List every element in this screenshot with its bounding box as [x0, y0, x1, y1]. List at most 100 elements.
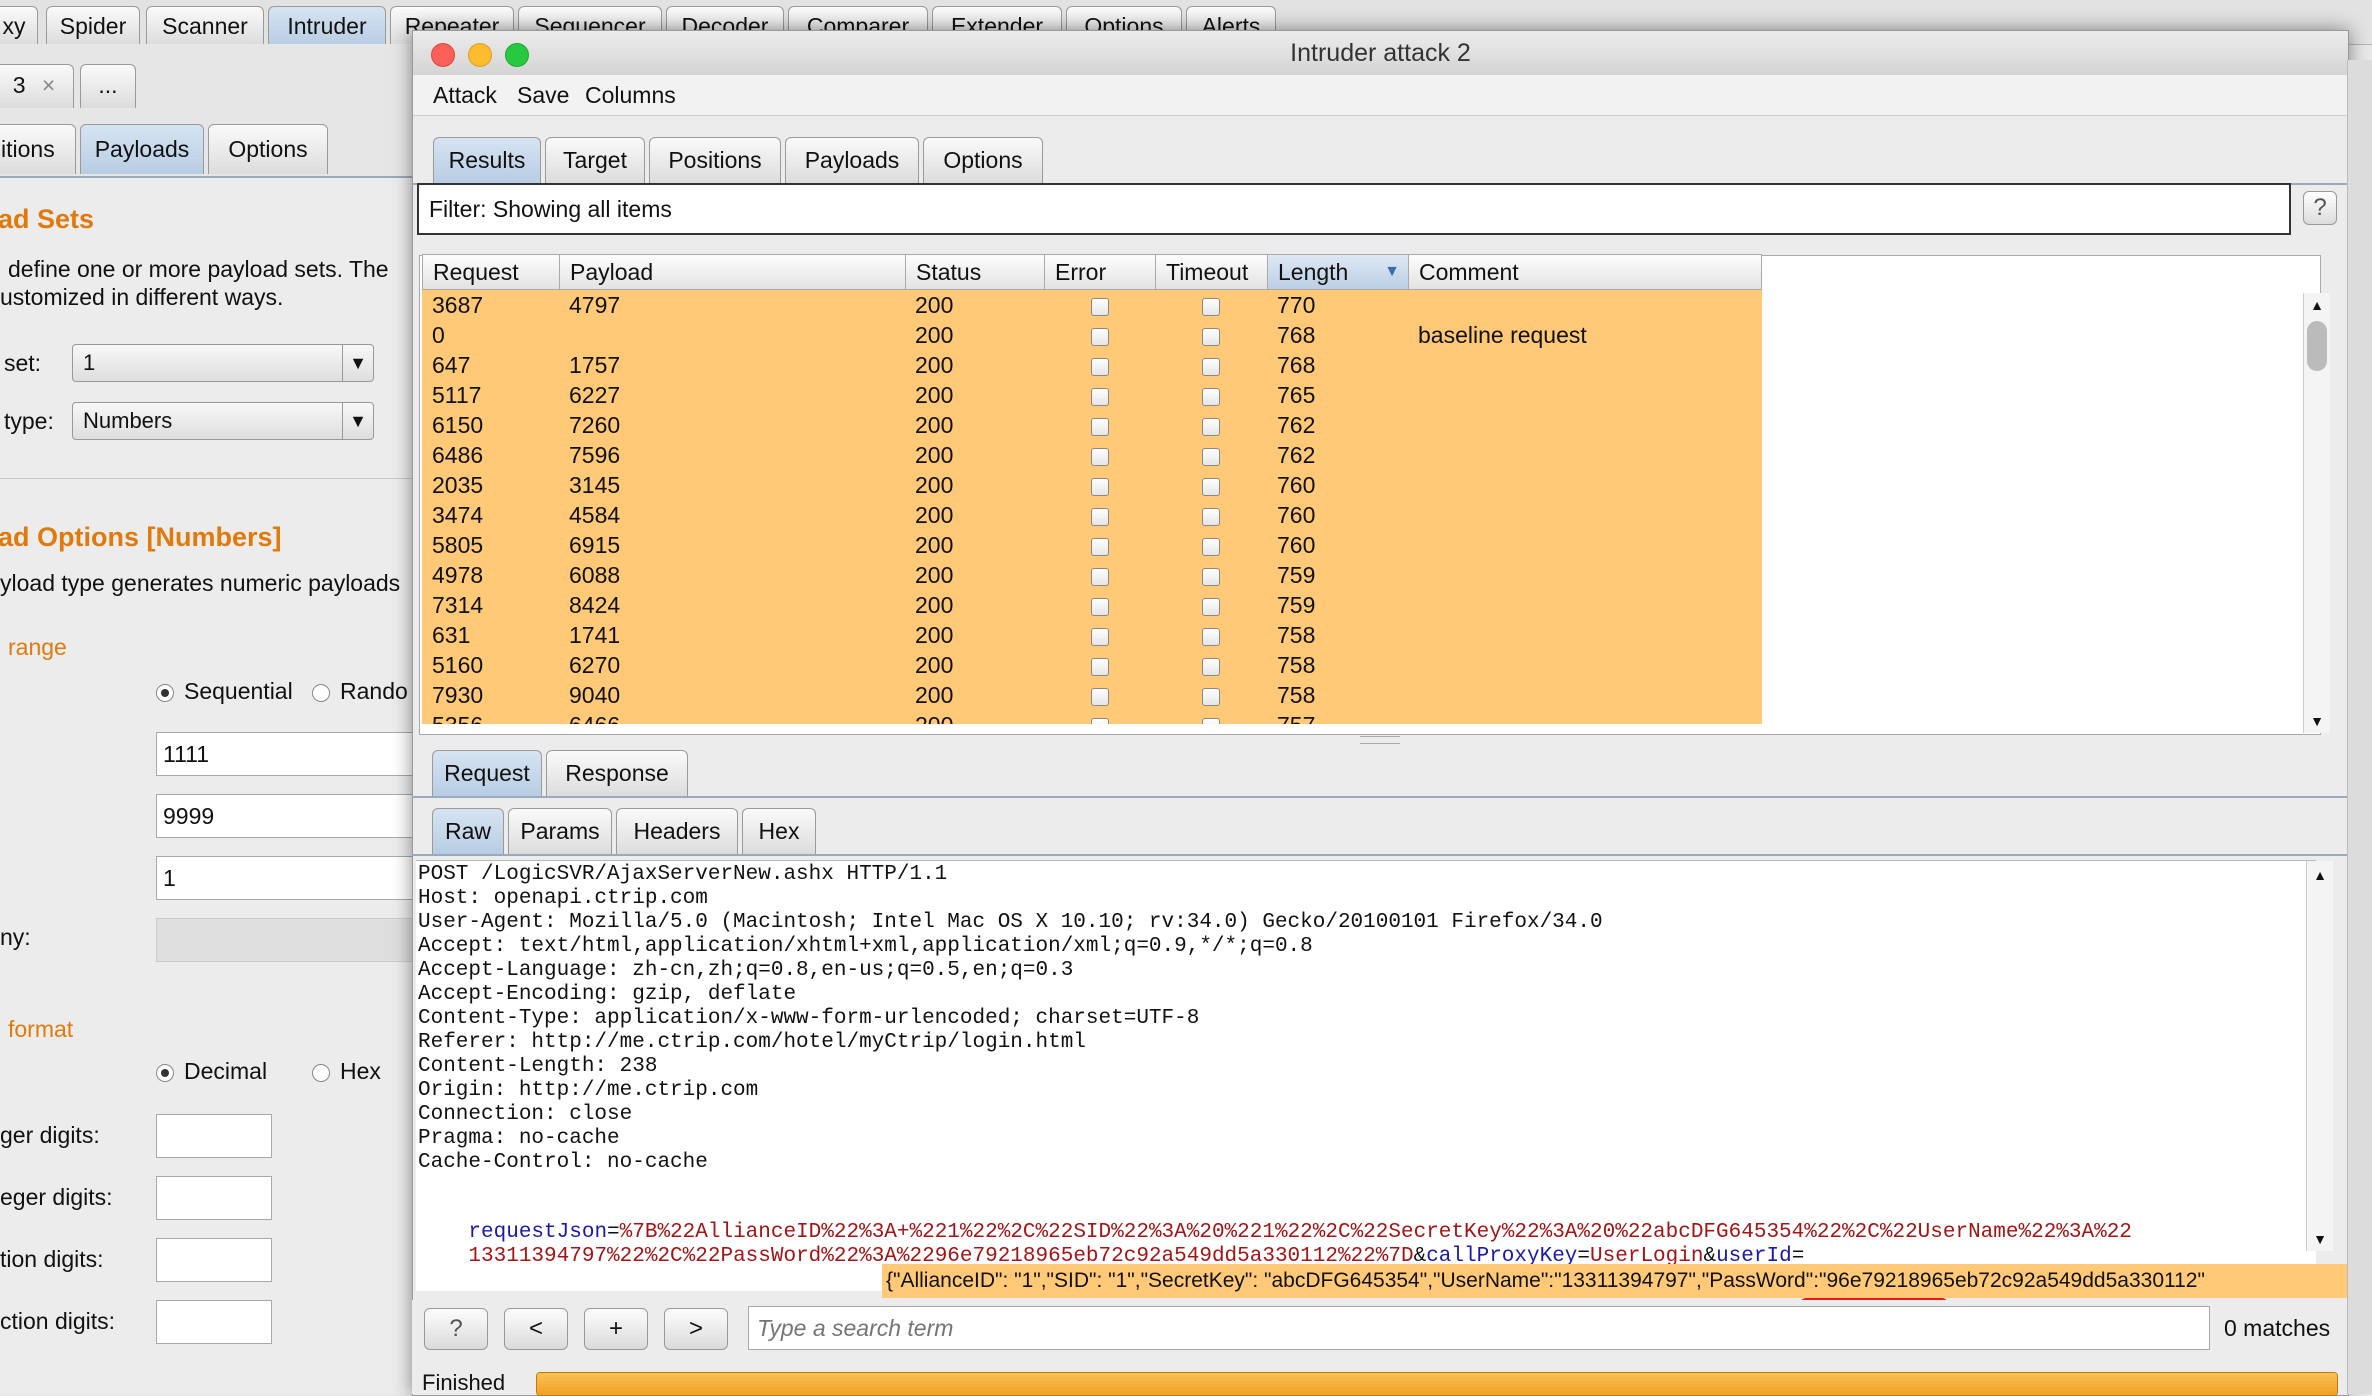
cell-error [1044, 290, 1155, 320]
scroll-up-icon[interactable]: ▲ [2307, 867, 2333, 883]
cell-length: 762 [1277, 412, 1316, 438]
col-error[interactable]: Error [1045, 255, 1156, 289]
cell-status: 200 [915, 352, 954, 378]
min-frac-digits-input[interactable] [156, 1238, 272, 1282]
progress-fill [537, 1373, 2337, 1395]
table-row[interactable]: 3474 4584 200 760 [422, 500, 1762, 530]
table-row[interactable]: 5805 6915 200 760 [422, 530, 1762, 560]
filter-bar[interactable]: Filter: Showing all items [417, 183, 2291, 235]
table-row[interactable]: 6150 7260 200 762 [422, 410, 1762, 440]
menu-columns[interactable]: Columns [585, 75, 676, 115]
table-row[interactable]: 5117 6227 200 765 [422, 380, 1762, 410]
table-row[interactable]: 4978 6088 200 759 [422, 560, 1762, 590]
hex-radio[interactable]: Hex [312, 1058, 381, 1085]
payloads-panel: ad Sets define one or more payload sets.… [0, 178, 426, 1394]
how-many-input[interactable] [156, 918, 426, 962]
main-tab-scanner[interactable]: Scanner [146, 6, 264, 45]
table-row[interactable]: 6486 7596 200 762 [422, 440, 1762, 470]
more-tabs-button[interactable]: ... [80, 64, 136, 108]
results-table-scrollbar[interactable]: ▲ ▼ [2303, 293, 2330, 733]
max-frac-digits-input[interactable] [156, 1300, 272, 1344]
raw-line: Cache-Control: no-cache [418, 1151, 708, 1174]
checkbox-icon [1202, 717, 1220, 724]
payload-type-select[interactable]: Numbers ▼ [72, 402, 374, 440]
table-row[interactable]: 2035 3145 200 760 [422, 470, 1762, 500]
menu-save[interactable]: Save [517, 75, 569, 115]
raw-view-scrollbar[interactable]: ▲ ▼ [2306, 861, 2333, 1251]
close-icon[interactable]: × [42, 72, 55, 98]
cell-payload: 1741 [569, 622, 621, 648]
sequential-radio[interactable]: Sequential [156, 678, 293, 705]
cell-comment [1408, 710, 1760, 724]
table-row[interactable]: 7314 8424 200 759 [422, 590, 1762, 620]
tab-options[interactable]: Options [923, 137, 1043, 183]
cell-payload: 8424 [569, 592, 621, 618]
tab-headers[interactable]: Headers [616, 808, 738, 854]
payload-sets-desc-2: ustomized in different ways. [0, 284, 284, 310]
col-timeout[interactable]: Timeout [1156, 255, 1268, 289]
col-status[interactable]: Status [906, 255, 1045, 289]
tab-response[interactable]: Response [546, 750, 688, 796]
min-int-digits-input[interactable] [156, 1114, 272, 1158]
tab-target[interactable]: Target [545, 137, 645, 183]
search-input[interactable] [748, 1306, 2210, 1350]
cell-error [1044, 500, 1155, 530]
scroll-up-icon[interactable]: ▲ [2304, 297, 2330, 313]
attack-tab-bar: Results Target Positions Payloads Option… [413, 115, 2348, 185]
table-row[interactable]: 7930 9040 200 758 [422, 680, 1762, 710]
col-payload[interactable]: Payload [560, 255, 906, 289]
cell-error [1044, 440, 1155, 470]
config-tab-positions[interactable]: itions [0, 124, 76, 174]
table-row[interactable]: 53566466200 757 [422, 710, 1762, 724]
cell-payload: 4584 [569, 502, 621, 528]
tab-request[interactable]: Request [432, 750, 542, 796]
tab-positions[interactable]: Positions [649, 137, 781, 183]
attack-tab-3[interactable]: 3 × [0, 64, 74, 108]
max-int-digits-input[interactable] [156, 1176, 272, 1220]
config-tab-payloads[interactable]: Payloads [80, 124, 204, 174]
search-add-button[interactable]: + [584, 1308, 648, 1350]
cell-status: 200 [905, 710, 1044, 724]
scroll-thumb[interactable] [2307, 321, 2327, 371]
page-edge-scrollbar[interactable] [2347, 60, 2372, 1394]
checkbox-icon [1090, 357, 1109, 376]
col-comment[interactable]: Comment [1409, 255, 1761, 289]
search-help-button[interactable]: ? [424, 1308, 488, 1350]
raw-request-view[interactable]: POST /LogicSVR/AjaxServerNew.ashx HTTP/1… [416, 860, 2333, 1291]
search-next-button[interactable]: > [664, 1308, 728, 1350]
tab-hex[interactable]: Hex [742, 808, 816, 854]
decimal-radio[interactable]: Decimal [156, 1058, 267, 1085]
cell-timeout [1155, 290, 1267, 320]
col-length[interactable]: Length ▼ [1268, 255, 1409, 289]
decimal-label: Decimal [184, 1058, 268, 1084]
menu-attack[interactable]: Attack [433, 75, 497, 115]
payload-set-select[interactable]: 1 ▼ [72, 344, 374, 382]
sequential-label: Sequential [184, 678, 293, 704]
main-tab-proxy[interactable]: xy [0, 6, 38, 45]
random-radio[interactable]: Rando [312, 678, 408, 705]
range-to-input[interactable]: 9999 [156, 794, 426, 838]
tab-params[interactable]: Params [508, 808, 612, 854]
main-tab-intruder[interactable]: Intruder [268, 6, 386, 45]
tab-results[interactable]: Results [433, 137, 541, 183]
range-step-input[interactable]: 1 [156, 856, 426, 900]
col-request[interactable]: Request [423, 255, 560, 289]
scroll-down-icon[interactable]: ▼ [2304, 713, 2330, 729]
table-row[interactable]: 647 1757 200 768 [422, 350, 1762, 380]
range-from-input[interactable]: 1111 [156, 732, 426, 776]
filter-help-button[interactable]: ? [2303, 191, 2337, 225]
cell-comment [1408, 680, 1760, 710]
tab-payloads[interactable]: Payloads [785, 137, 919, 183]
scroll-down-icon[interactable]: ▼ [2307, 1231, 2333, 1247]
table-row[interactable]: 0 200 768 baseline request [422, 320, 1762, 350]
tab-raw[interactable]: Raw [432, 808, 504, 854]
search-prev-button[interactable]: < [504, 1308, 568, 1350]
main-tab-spider[interactable]: Spider [46, 6, 140, 45]
splitter-handle[interactable] [1360, 736, 1400, 744]
table-row[interactable]: 631 1741 200 758 [422, 620, 1762, 650]
table-row[interactable]: 3687 4797 200 770 [422, 290, 1762, 320]
cell-payload: 7596 [569, 442, 621, 468]
table-row[interactable]: 5160 6270 200 758 [422, 650, 1762, 680]
config-tab-options[interactable]: Options [208, 124, 328, 174]
cell-length: 770 [1277, 292, 1316, 318]
